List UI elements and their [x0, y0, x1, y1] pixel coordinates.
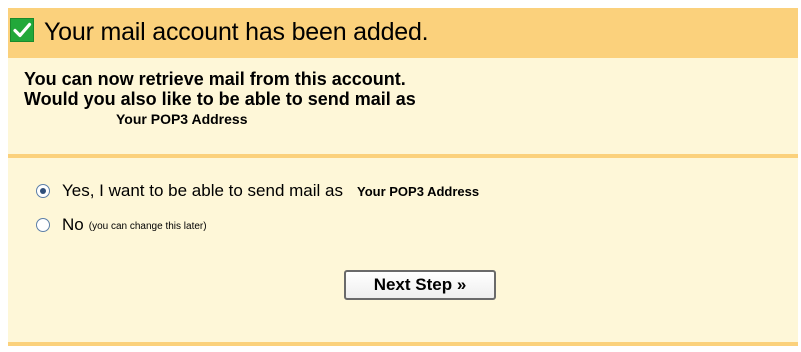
option-no-note: (you can change this later)	[88, 220, 207, 232]
intro-line-question: Would you also like to be able to send m…	[24, 89, 416, 109]
section-divider-bottom	[8, 342, 798, 346]
section-divider-top	[8, 154, 798, 158]
intro-address: Your POP3 Address	[116, 111, 248, 127]
radio-yes[interactable]	[36, 184, 50, 198]
option-no[interactable]: No (you can change this later)	[36, 215, 207, 235]
success-header: Your mail account has been added.	[8, 8, 798, 58]
radio-no[interactable]	[36, 218, 50, 232]
checkmark-icon	[10, 18, 34, 42]
option-yes-send-mail[interactable]: Yes, I want to be able to send mail as Y…	[36, 181, 479, 201]
option-yes-label[interactable]: Yes, I want to be able to send mail as	[62, 181, 343, 201]
add-account-dialog: Your mail account has been added. You ca…	[8, 8, 798, 346]
next-step-button[interactable]: Next Step »	[344, 270, 496, 300]
option-yes-address: Your POP3 Address	[357, 183, 480, 199]
intro-line-retrieve: You can now retrieve mail from this acco…	[24, 69, 406, 89]
option-no-label[interactable]: No	[62, 215, 84, 235]
intro-message: You can now retrieve mail from this acco…	[24, 69, 416, 129]
page-title: Your mail account has been added.	[44, 18, 429, 46]
